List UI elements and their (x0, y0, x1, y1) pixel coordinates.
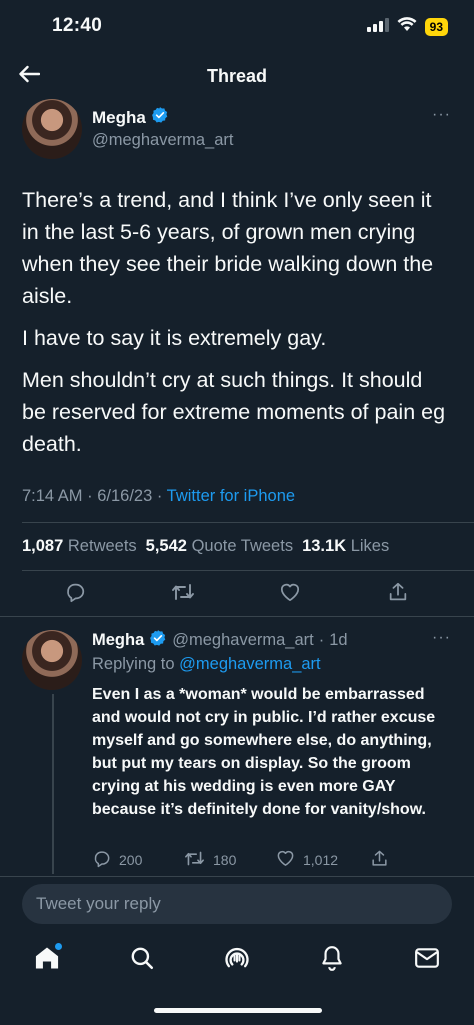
nav-home[interactable] (29, 942, 65, 978)
tweet-meta: 7:14 AM · 6/16/23 · Twitter for iPhone (22, 487, 296, 505)
home-notification-dot (55, 943, 62, 950)
reply-age[interactable]: 1d (329, 631, 347, 650)
tweet-date[interactable]: 6/16/23 (97, 487, 152, 505)
tweet-paragraph: Men shouldn’t cry at such things. It sho… (22, 368, 446, 456)
status-time: 12:40 (52, 15, 103, 36)
tweet-source[interactable]: Twitter for iPhone (167, 487, 295, 505)
author-avatar[interactable] (22, 99, 82, 159)
reply-author-avatar[interactable] (22, 630, 82, 690)
reply-text: Even I as a *woman* would be embarrassed… (92, 686, 436, 818)
nav-notifications[interactable] (314, 942, 350, 978)
likes-stat[interactable]: 13.1K Likes (302, 537, 389, 556)
reply-replies-count: 200 (119, 852, 143, 868)
retweets-stat[interactable]: 1,087 Retweets (22, 537, 137, 556)
like-icon (276, 849, 295, 870)
tweet-text: There’s a trend, and I think I’ve only s… (22, 184, 452, 470)
notifications-icon (319, 944, 345, 977)
tweet-stats: 1,087 Retweets 5,542 Quote Tweets 13.1K … (22, 537, 389, 556)
share-icon (370, 849, 389, 871)
reply-input[interactable] (22, 884, 452, 924)
author-name: Megha (92, 107, 146, 127)
author-name-row[interactable]: Megha (92, 106, 169, 129)
nav-messages[interactable] (409, 942, 445, 978)
tweet-paragraph: There’s a trend, and I think I’ve only s… (22, 188, 434, 308)
tweet-time[interactable]: 7:14 AM (22, 487, 83, 505)
reply-retweets-count: 180 (213, 852, 237, 868)
reply-likes-count: 1,012 (303, 851, 339, 868)
page-title: Thread (206, 66, 267, 86)
retweet-icon (171, 581, 195, 608)
wifi-icon (397, 17, 417, 37)
likes-count: 13.1K (302, 537, 347, 555)
status-icons: 93 (366, 17, 448, 37)
nav-spaces[interactable] (219, 942, 255, 978)
divider (22, 522, 474, 523)
reply-icon (92, 849, 111, 871)
reply-replies-button[interactable]: 200 (92, 849, 142, 871)
search-icon (129, 945, 155, 976)
retweets-count: 1,087 (22, 537, 64, 555)
reply-author-handle[interactable]: @meghaverma_art (172, 631, 313, 650)
share-icon (387, 581, 409, 608)
likes-label: Likes (350, 537, 390, 555)
quotes-label: Quote Tweets (191, 537, 294, 555)
replying-label: Replying to (92, 655, 175, 673)
spaces-icon (223, 944, 251, 977)
divider (0, 616, 474, 617)
nav-search[interactable] (124, 942, 160, 978)
messages-icon (414, 946, 440, 975)
verified-icon (151, 106, 169, 129)
like-icon (279, 582, 301, 607)
retweets-label: Retweets (67, 537, 137, 555)
author-handle[interactable]: @meghaverma_art (92, 131, 233, 150)
thread-line (52, 694, 54, 874)
reply-button[interactable] (60, 579, 90, 609)
quotes-count: 5,542 (145, 537, 187, 555)
reply-retweet-button[interactable]: 180 (184, 849, 236, 871)
share-button[interactable] (383, 579, 413, 609)
retweet-button[interactable] (168, 579, 198, 609)
reply-icon (64, 581, 86, 608)
more-icon[interactable]: ··· (432, 629, 451, 647)
divider (22, 570, 474, 571)
replying-to: Replying to @meghaverma_art (92, 655, 321, 674)
home-indicator[interactable] (154, 1008, 322, 1013)
divider (0, 876, 474, 877)
more-icon[interactable]: ··· (432, 106, 451, 124)
quotes-stat[interactable]: 5,542 Quote Tweets (146, 537, 293, 556)
reply-composer[interactable] (22, 884, 452, 924)
reply-header: Megha @meghaverma_art · 1d (92, 629, 348, 652)
reply-share-button[interactable] (370, 849, 389, 871)
reply-like-button[interactable]: 1,012 (276, 849, 338, 870)
signal-icon (366, 17, 389, 37)
reply-author-name[interactable]: Megha (92, 631, 144, 650)
retweet-icon (184, 849, 205, 871)
tweet-paragraph: I have to say it is extremely gay. (22, 326, 327, 350)
verified-icon (149, 629, 167, 652)
replying-to-handle[interactable]: @meghaverma_art (179, 655, 320, 673)
battery-indicator: 93 (424, 18, 448, 36)
like-button[interactable] (275, 579, 305, 609)
